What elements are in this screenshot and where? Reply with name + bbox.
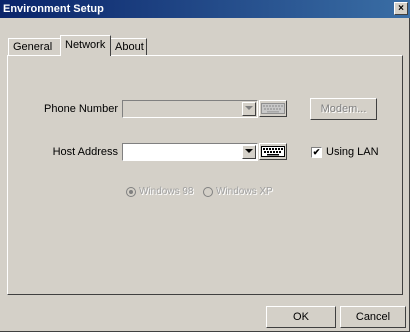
chevron-down-icon[interactable]	[242, 102, 256, 116]
phone-number-label: Phone Number	[44, 103, 118, 115]
ok-button[interactable]: OK	[266, 306, 336, 328]
host-address-label: Host Address	[52, 146, 118, 158]
modem-button[interactable]: Modem...	[310, 98, 377, 120]
title-bar: Environment Setup ×	[0, 0, 410, 18]
radio-windows-98-label: Windows 98	[139, 186, 194, 197]
close-icon: ×	[398, 3, 404, 14]
keyboard-icon	[261, 103, 285, 114]
tab-about[interactable]: About	[110, 38, 147, 55]
host-address-combo[interactable]	[122, 143, 258, 161]
cancel-button[interactable]: Cancel	[340, 306, 406, 328]
tab-network[interactable]: Network	[60, 35, 111, 56]
host-keyboard-button[interactable]	[259, 143, 287, 160]
using-lan-check-mark: ✔	[312, 147, 321, 157]
phone-keyboard-button[interactable]	[259, 100, 287, 117]
modem-button-label: Modem...	[320, 103, 367, 115]
close-button[interactable]: ×	[394, 2, 408, 15]
radio-windows-xp[interactable]	[203, 187, 213, 197]
radio-windows-98[interactable]	[126, 187, 136, 197]
tab-about-label: About	[115, 41, 144, 53]
tab-general[interactable]: General	[8, 38, 61, 55]
tab-network-label: Network	[65, 39, 106, 51]
keyboard-icon	[261, 146, 285, 157]
cancel-button-label: Cancel	[355, 311, 391, 323]
radio-windows-xp-label: Windows XP	[216, 186, 273, 197]
ok-button-label: OK	[293, 311, 309, 323]
using-lan-checkbox[interactable]: ✔	[311, 147, 322, 158]
chevron-down-icon[interactable]	[242, 145, 256, 159]
network-panel	[7, 55, 403, 295]
window-title: Environment Setup	[3, 3, 104, 15]
using-lan-label: Using LAN	[326, 146, 379, 158]
environment-setup-window: Environment Setup × General Network Abou…	[0, 0, 410, 332]
tab-general-label: General	[13, 41, 53, 53]
phone-number-combo[interactable]	[122, 100, 258, 118]
